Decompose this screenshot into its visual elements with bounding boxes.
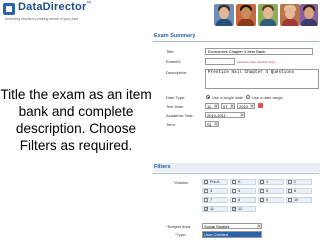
examid-hint: (optional, Item Number Only) <box>237 60 276 64</box>
grade-checkbox-label: 10 <box>294 198 299 202</box>
grade-checkbox-label: 11 <box>210 207 214 211</box>
grade-checkbox[interactable] <box>260 189 264 193</box>
test-day-select[interactable]: 07 ▾ <box>221 103 235 109</box>
description-textarea[interactable]: Prentice Hall Chapter 4 Questions <box>205 69 319 89</box>
grade-checkbox[interactable] <box>232 180 236 184</box>
grades-label: *Grades: <box>173 180 189 185</box>
grade-checkbox-label: 4 <box>238 189 241 193</box>
grade-option[interactable]: 3 <box>202 188 228 194</box>
grade-checkbox-label: 6 <box>294 189 297 193</box>
grade-checkbox[interactable] <box>204 198 208 202</box>
grade-option[interactable]: 7 <box>202 197 228 203</box>
exam-summary-heading: Exam Summary <box>154 33 196 39</box>
grade-checkbox-label: 8 <box>238 198 241 202</box>
grade-checkbox[interactable] <box>288 180 292 184</box>
grade-checkbox[interactable] <box>288 189 292 193</box>
grade-checkbox[interactable] <box>288 198 292 202</box>
academic-year-label: Academic Year: <box>166 113 194 118</box>
grade-option[interactable]: 6 <box>286 188 312 194</box>
type-select[interactable]: User-Created <box>202 231 262 238</box>
grade-checkbox[interactable] <box>260 180 264 184</box>
grade-option[interactable]: K <box>230 179 256 185</box>
grade-checkbox[interactable] <box>232 198 236 202</box>
subject-area-select[interactable]: Social Studies ▾ <box>202 223 262 229</box>
grade-option[interactable]: 9 <box>258 197 284 203</box>
grade-checkbox[interactable] <box>260 198 264 202</box>
avatar <box>300 4 318 26</box>
single-date-radio[interactable] <box>206 95 210 99</box>
academic-year-select[interactable]: 2010-2011 ▾ <box>205 112 245 118</box>
grade-checkbox-label: 9 <box>266 198 269 202</box>
instruction-caption: Title the exam as an item bank and compl… <box>0 87 152 153</box>
chevron-down-icon: ▾ <box>250 104 254 108</box>
grade-checkbox[interactable] <box>232 206 236 211</box>
term-label: Term: <box>166 122 176 127</box>
filters-header <box>153 163 320 172</box>
grade-option[interactable]: 5 <box>258 188 284 194</box>
grade-checkbox-label: 3 <box>210 189 213 193</box>
title-label: Title: <box>166 49 175 54</box>
description-label: Description: <box>166 70 188 75</box>
avatar <box>236 4 256 26</box>
grade-option[interactable]: 1 <box>258 179 284 185</box>
grade-checkbox-label: 7 <box>210 198 213 202</box>
filters-heading: Filters <box>154 164 171 170</box>
app-logo[interactable]: DataDirector™ <box>18 1 92 13</box>
date-range-radio[interactable] <box>246 95 250 99</box>
grade-checkbox[interactable] <box>204 206 208 211</box>
chevron-down-icon: ▾ <box>214 104 218 108</box>
grade-option[interactable]: 11 <box>202 206 228 212</box>
grade-checkbox-label: Pre-K <box>210 180 220 184</box>
grade-option[interactable]: 2 <box>286 179 312 185</box>
grade-checkbox[interactable] <box>204 189 208 193</box>
calendar-icon[interactable] <box>258 103 263 108</box>
app-tagline: Achieving results by making sense of you… <box>5 17 79 21</box>
grade-checkbox-label: 12 <box>238 207 243 211</box>
section-divider <box>153 173 319 174</box>
test-month-select[interactable]: 11 ▾ <box>205 103 219 109</box>
grade-checkbox-label: 5 <box>266 189 269 193</box>
grade-checkbox-label: 2 <box>294 180 297 184</box>
section-divider <box>153 41 319 42</box>
chevron-down-icon: ▾ <box>240 113 244 117</box>
title-input[interactable]: Economics Chapter 4 Item Bank <box>205 48 313 55</box>
test-date-label: Test Date: <box>166 104 185 109</box>
grade-option[interactable]: 12 <box>230 206 256 212</box>
date-type-label: Date Type: <box>166 95 186 100</box>
grade-option[interactable]: Pre-K <box>202 179 228 185</box>
avatar <box>280 4 300 26</box>
grade-checkbox[interactable] <box>204 180 208 184</box>
grade-checkbox[interactable] <box>232 189 236 193</box>
type-label: *Type: <box>175 232 187 237</box>
chevron-down-icon: ▾ <box>214 122 218 126</box>
term-select[interactable]: S1 ▾ <box>205 121 219 127</box>
subject-area-label: *Subject Area: <box>166 224 192 229</box>
examid-input[interactable] <box>205 58 235 65</box>
avatar <box>214 4 234 26</box>
avatar <box>258 4 278 26</box>
datadirector-logo-icon <box>3 3 15 15</box>
chevron-down-icon: ▾ <box>257 224 261 228</box>
grade-option[interactable]: 8 <box>230 197 256 203</box>
grade-option[interactable]: 10 <box>286 197 312 203</box>
single-date-label: Use a single date <box>212 95 243 100</box>
grade-checkbox-label: 1 <box>266 180 269 184</box>
grade-checkbox-label: K <box>238 180 241 184</box>
grade-option[interactable]: 4 <box>230 188 256 194</box>
date-range-label: Use a date range <box>252 95 283 100</box>
test-year-select[interactable]: 2010 ▾ <box>237 103 255 109</box>
examid-label: ExamID: <box>166 59 182 64</box>
chevron-down-icon: ▾ <box>230 104 234 108</box>
